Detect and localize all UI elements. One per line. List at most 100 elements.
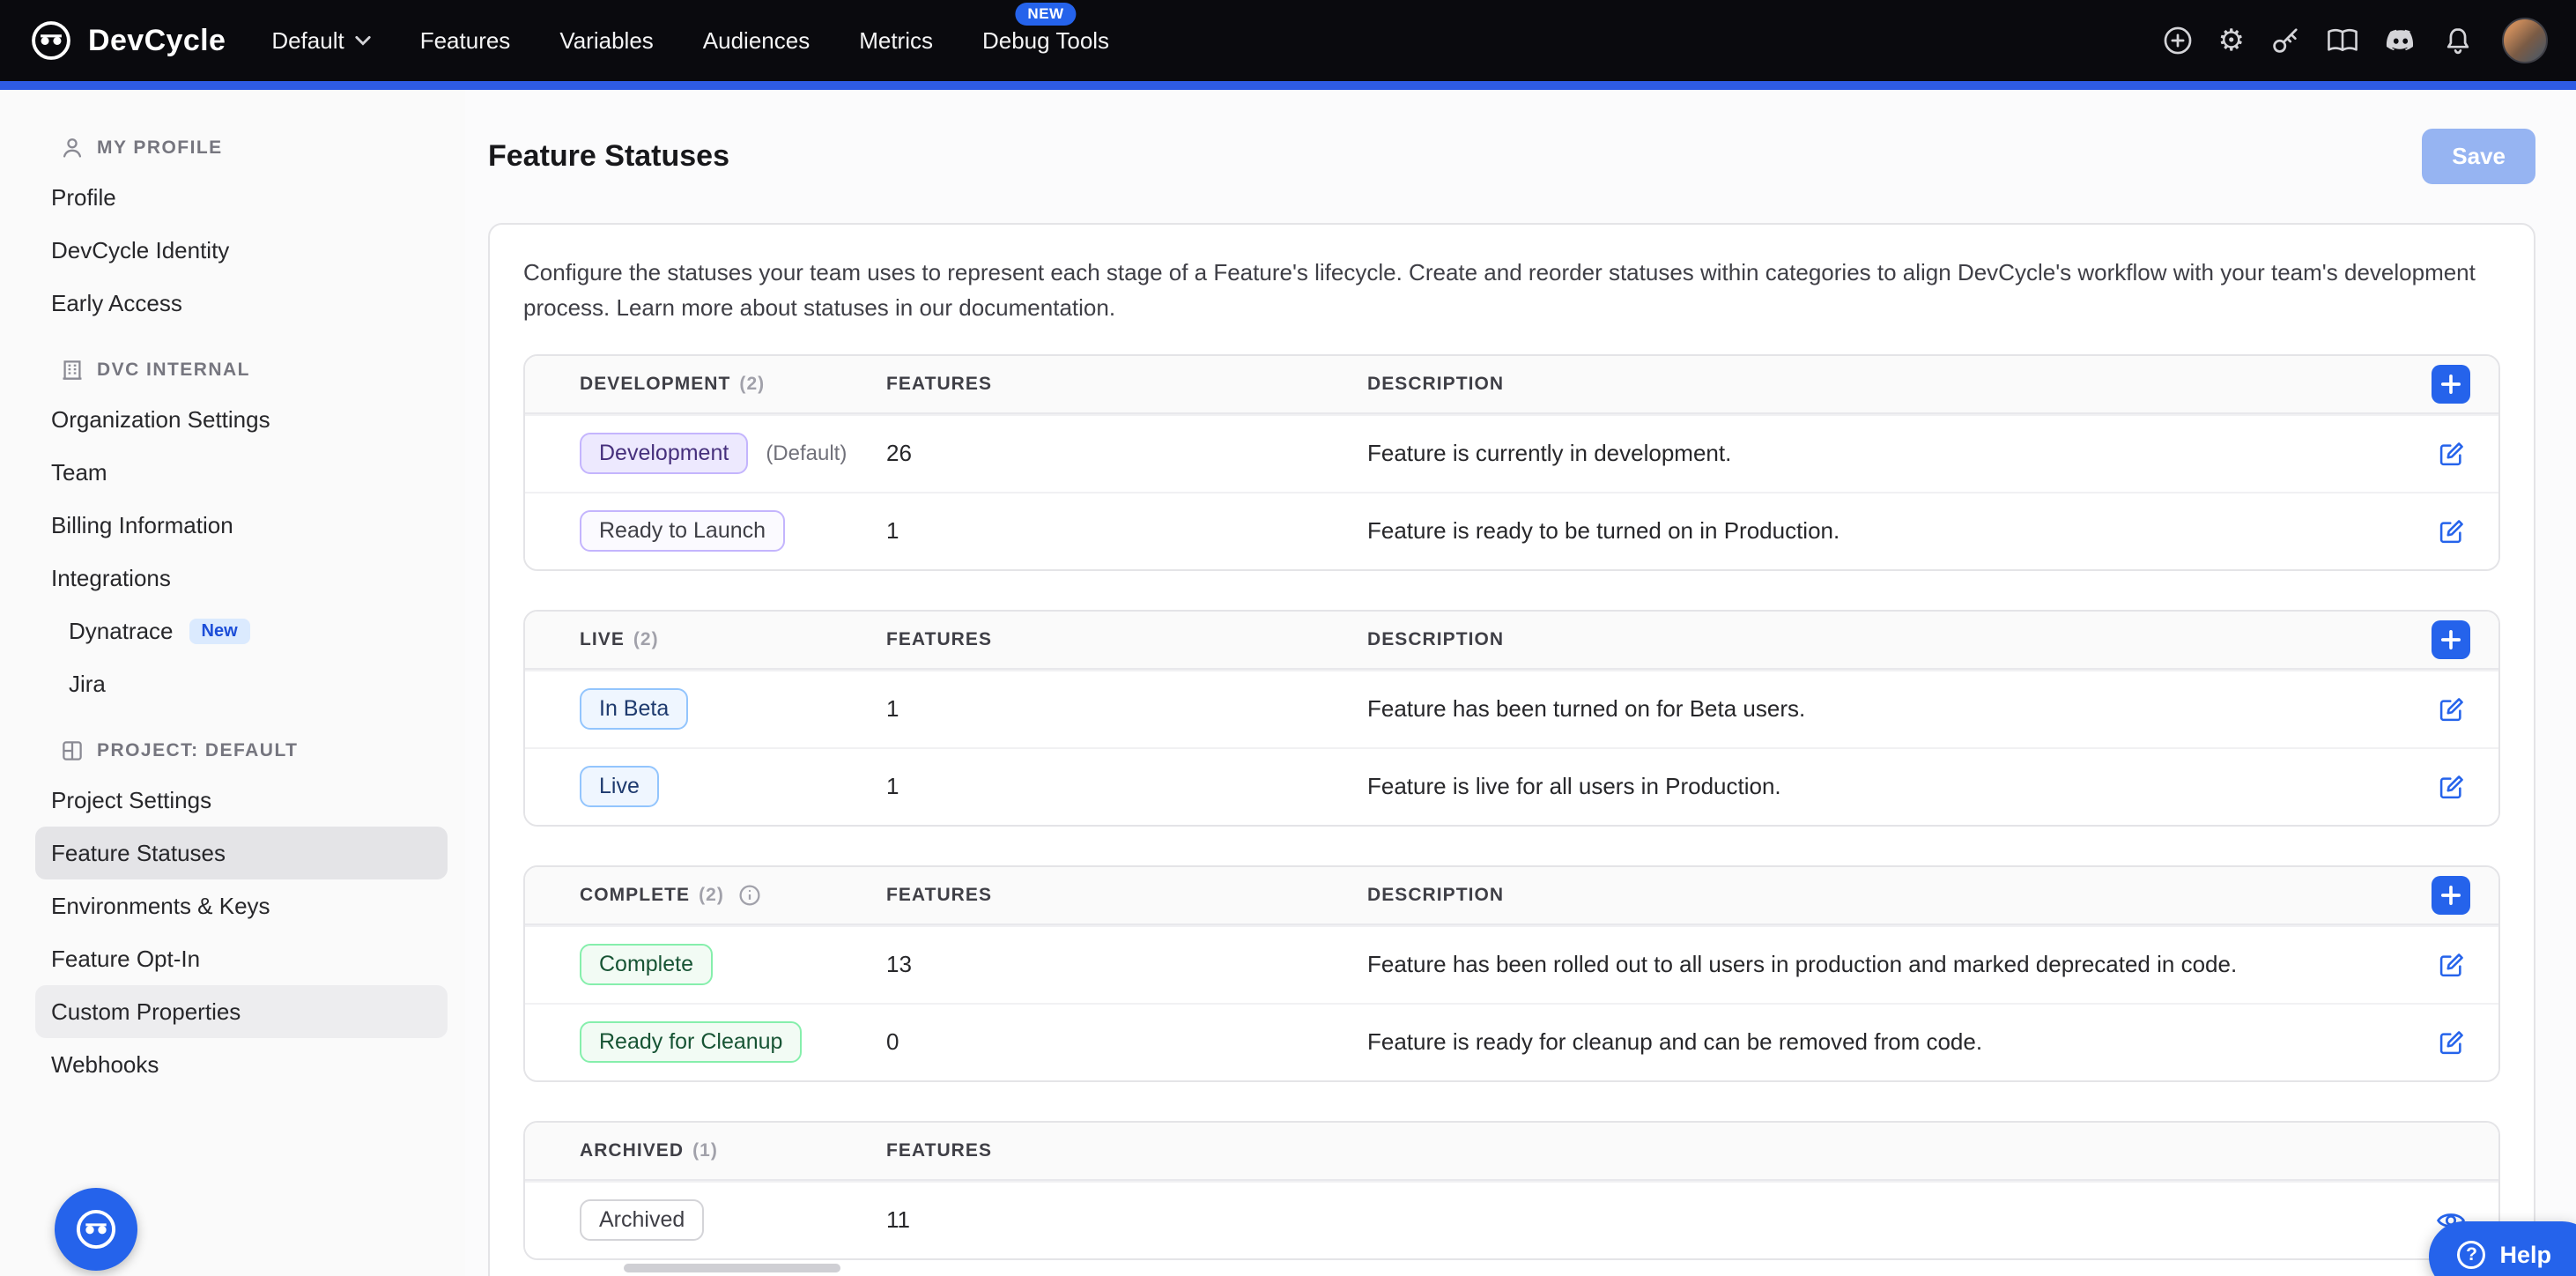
top-nav-actions: ⚙ [2155, 17, 2548, 64]
save-button[interactable]: Save [2422, 129, 2535, 184]
sidebar-heading-dvc-internal: DVC INTERNAL [0, 347, 465, 393]
edit-status-button[interactable] [2433, 513, 2470, 550]
user-avatar[interactable] [2502, 18, 2548, 63]
new-integration-badge: New [189, 619, 250, 644]
status-badge: Archived [580, 1199, 704, 1241]
sidebar-item-environments-keys[interactable]: Environments & Keys [35, 879, 448, 932]
status-table-archived: ARCHIVED (1) FEATURES Archived 11 [523, 1121, 2500, 1260]
app-root: DevCycle Default Features Variables Audi… [0, 0, 2576, 1276]
sidebar: MY PROFILE Profile DevCycle Identity Ear… [0, 90, 465, 1276]
main-content: Feature Statuses Save Configure the stat… [465, 90, 2576, 1276]
sidebar-item-label: Profile [51, 184, 116, 211]
table-row: Archived 11 [525, 1181, 2498, 1258]
status-description: Feature has been turned on for Beta user… [1367, 695, 2382, 723]
nav-debug-tools[interactable]: NEW Debug Tools [982, 27, 1109, 55]
sidebar-item-devcycle-identity[interactable]: DevCycle Identity [35, 224, 448, 277]
sidebar-item-organization-settings[interactable]: Organization Settings [35, 393, 448, 446]
table-count: (1) [692, 1140, 718, 1161]
sidebar-item-dynatrace[interactable]: Dynatrace New [35, 605, 448, 657]
table-count: (2) [633, 629, 659, 650]
sidebar-item-team[interactable]: Team [35, 446, 448, 499]
sidebar-item-billing-information[interactable]: Billing Information [35, 499, 448, 552]
horizontal-scrollbar[interactable] [624, 1264, 840, 1272]
org-selector-label: Default [271, 27, 344, 55]
nav-variables[interactable]: Variables [559, 27, 653, 55]
plus-icon [2441, 630, 2461, 649]
sidebar-item-project-settings[interactable]: Project Settings [35, 774, 448, 827]
status-description: Feature is currently in development. [1367, 440, 2382, 467]
devcycle-mascot-icon [71, 1205, 121, 1254]
add-status-button[interactable] [2432, 365, 2470, 404]
plus-icon [2441, 886, 2461, 905]
sidebar-item-integrations[interactable]: Integrations [35, 552, 448, 605]
api-keys-button[interactable] [2262, 18, 2308, 63]
devcycle-assistant-button[interactable] [55, 1188, 137, 1271]
sidebar-item-feature-opt-in[interactable]: Feature Opt-In [35, 932, 448, 985]
table-row: Ready to Launch 1 Feature is ready to be… [525, 492, 2498, 569]
edit-icon [2437, 772, 2467, 802]
key-icon [2269, 25, 2301, 56]
status-badge: Ready to Launch [580, 510, 785, 552]
add-status-button[interactable] [2432, 876, 2470, 915]
table-count: (2) [699, 885, 724, 906]
settings-button[interactable]: ⚙ [2211, 19, 2252, 63]
status-description: Feature is ready for cleanup and can be … [1367, 1028, 2382, 1056]
nav-debug-tools-label: Debug Tools [982, 27, 1109, 55]
nav-audiences[interactable]: Audiences [703, 27, 810, 55]
sidebar-item-webhooks[interactable]: Webhooks [35, 1038, 448, 1091]
layout: MY PROFILE Profile DevCycle Identity Ear… [0, 90, 2576, 1276]
sidebar-item-label: Billing Information [51, 512, 233, 539]
edit-status-button[interactable] [2433, 946, 2470, 983]
status-badge: Complete [580, 944, 713, 985]
sidebar-item-profile[interactable]: Profile [35, 171, 448, 224]
page-header: Feature Statuses Save [488, 90, 2535, 223]
features-column-header: FEATURES [886, 374, 1367, 395]
discord-button[interactable] [2377, 17, 2424, 64]
status-badge: Live [580, 766, 659, 807]
status-description: Feature is live for all users in Product… [1367, 773, 2382, 800]
new-badge: NEW [1015, 3, 1076, 26]
table-header-row: COMPLETE (2) FEATURES DESCRIPTION [525, 867, 2498, 925]
docs-button[interactable] [2319, 18, 2366, 63]
edit-icon [2437, 1027, 2467, 1057]
edit-status-button[interactable] [2433, 691, 2470, 728]
edit-status-button[interactable] [2433, 768, 2470, 805]
question-icon: ? [2457, 1241, 2485, 1269]
features-column-header: FEATURES [886, 885, 1367, 906]
sidebar-item-jira[interactable]: Jira [35, 657, 448, 710]
table-title: COMPLETE [580, 885, 690, 906]
sidebar-item-early-access[interactable]: Early Access [35, 277, 448, 330]
sidebar-item-label: Webhooks [51, 1051, 159, 1079]
edit-icon [2437, 439, 2467, 469]
description-column-header: DESCRIPTION [1367, 629, 2382, 650]
sidebar-item-label: Feature Opt-In [51, 946, 200, 973]
sidebar-item-label: Project Settings [51, 787, 211, 814]
nav-features[interactable]: Features [420, 27, 511, 55]
brand[interactable]: DevCycle [28, 18, 226, 63]
edit-status-button[interactable] [2433, 435, 2470, 472]
table-header-row: ARCHIVED (1) FEATURES [525, 1123, 2498, 1181]
edit-icon [2437, 516, 2467, 546]
status-badge: Ready for Cleanup [580, 1021, 802, 1063]
primary-nav: Default Features Variables Audiences Met… [271, 27, 1109, 55]
table-row: Development (Default) 26 Feature is curr… [525, 414, 2498, 492]
table-row: Live 1 Feature is live for all users in … [525, 747, 2498, 825]
info-icon[interactable] [738, 884, 761, 907]
description-column-header: DESCRIPTION [1367, 374, 2382, 395]
features-count: 0 [886, 1028, 1367, 1056]
feature-statuses-card: Configure the statuses your team uses to… [488, 223, 2535, 1276]
sidebar-item-feature-statuses[interactable]: Feature Statuses [35, 827, 448, 879]
add-status-button[interactable] [2432, 620, 2470, 659]
status-badge: In Beta [580, 688, 688, 730]
sidebar-heading-my-profile: MY PROFILE [0, 125, 465, 171]
edit-status-button[interactable] [2433, 1024, 2470, 1061]
notifications-button[interactable] [2435, 18, 2481, 63]
org-selector[interactable]: Default [271, 27, 370, 55]
sidebar-item-label: Jira [69, 671, 106, 698]
help-button[interactable]: ? Help [2429, 1221, 2576, 1276]
nav-metrics[interactable]: Metrics [859, 27, 933, 55]
sidebar-item-custom-properties[interactable]: Custom Properties [35, 985, 448, 1038]
sidebar-item-label: Environments & Keys [51, 893, 270, 920]
create-button[interactable] [2155, 18, 2201, 63]
table-row: Complete 13 Feature has been rolled out … [525, 925, 2498, 1003]
